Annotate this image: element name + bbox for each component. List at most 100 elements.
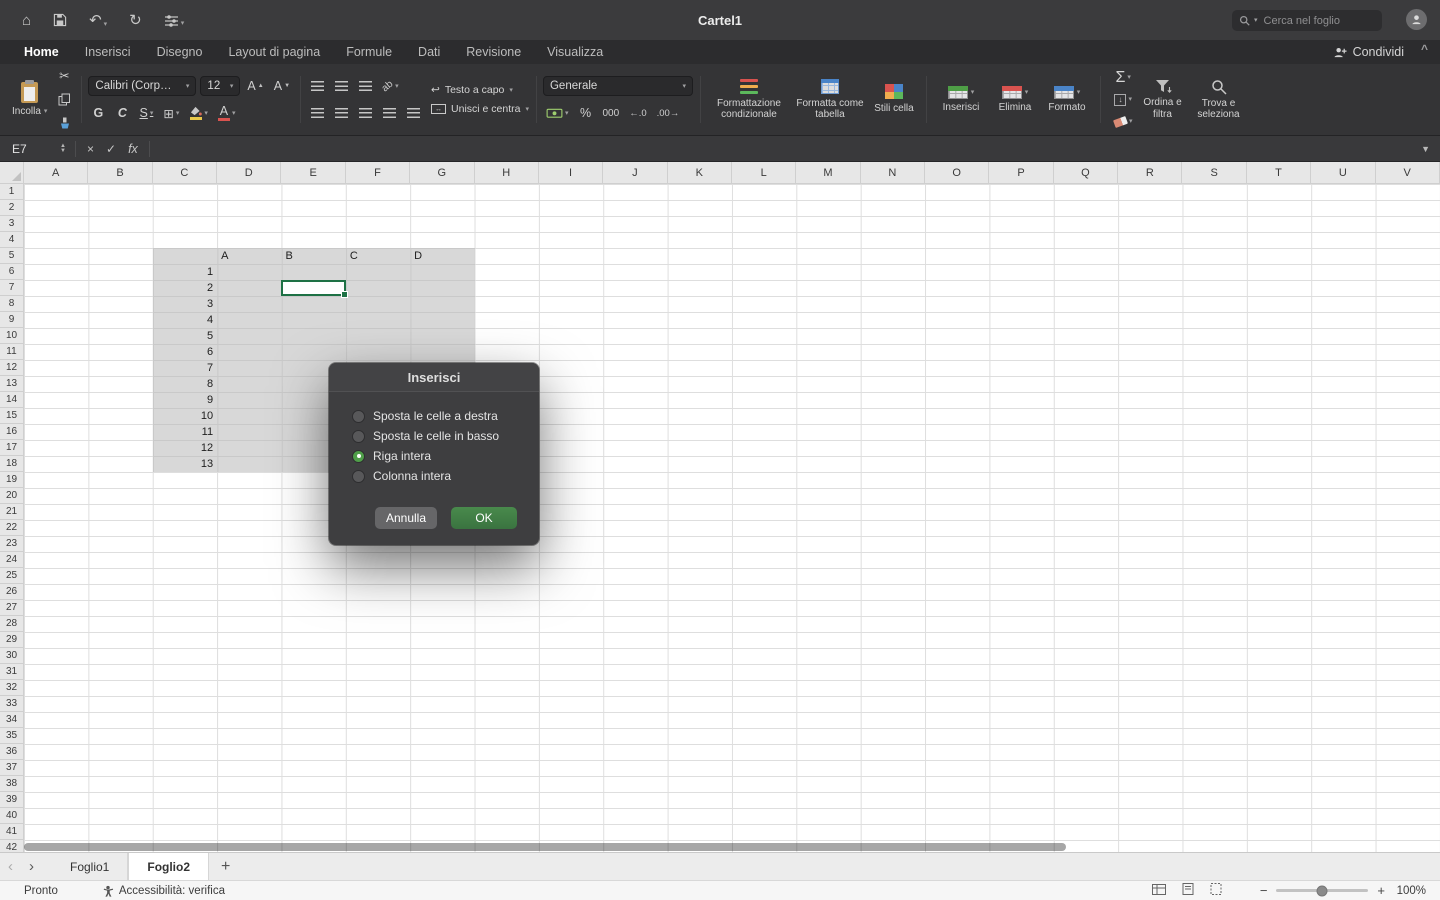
- number-format-select[interactable]: Generale ▾: [543, 76, 693, 96]
- column-header-M[interactable]: M: [796, 162, 860, 184]
- row-header-36[interactable]: 36: [0, 744, 23, 760]
- column-header-I[interactable]: I: [539, 162, 603, 184]
- sheet-tab-foglio1[interactable]: Foglio1: [52, 853, 128, 881]
- tab-home[interactable]: Home: [24, 45, 59, 59]
- name-box[interactable]: E7 ▲▼: [0, 142, 70, 156]
- row-header-37[interactable]: 37: [0, 760, 23, 776]
- data-cell-header[interactable]: C: [346, 248, 410, 264]
- row-header-11[interactable]: 11: [0, 344, 23, 360]
- grid-cells[interactable]: ABCD12345678910111213: [24, 184, 1440, 852]
- insert-option-2[interactable]: Sposta le celle in basso: [329, 426, 539, 446]
- italic-button[interactable]: C: [112, 103, 132, 123]
- column-header-Q[interactable]: Q: [1054, 162, 1118, 184]
- column-header-A[interactable]: A: [24, 162, 88, 184]
- borders-button[interactable]: ⊞▾: [160, 103, 182, 123]
- horizontal-scrollbar[interactable]: [24, 843, 1066, 851]
- tab-disegno[interactable]: Disegno: [157, 45, 203, 59]
- increase-decimal-button[interactable]: ←.0: [626, 103, 649, 123]
- save-button[interactable]: [53, 13, 67, 27]
- radio-icon[interactable]: [352, 430, 365, 443]
- increase-indent-button[interactable]: [403, 103, 423, 123]
- radio-selected-icon[interactable]: [352, 450, 365, 463]
- align-right-button[interactable]: [355, 103, 375, 123]
- align-middle-button[interactable]: [331, 76, 351, 96]
- row-header-30[interactable]: 30: [0, 648, 23, 664]
- undo-button[interactable]: ↶▾: [89, 13, 107, 28]
- data-cell-number[interactable]: 13: [153, 456, 217, 472]
- row-header-6[interactable]: 6: [0, 264, 23, 280]
- column-header-T[interactable]: T: [1247, 162, 1311, 184]
- font-size-select[interactable]: 12 ▾: [200, 76, 240, 96]
- format-as-table-button[interactable]: Formatta come tabella: [791, 77, 869, 123]
- font-color-button[interactable]: A ▾: [215, 103, 239, 123]
- column-header-F[interactable]: F: [346, 162, 410, 184]
- clear-button[interactable]: ▾: [1111, 112, 1136, 132]
- page-layout-view-button[interactable]: [1182, 883, 1194, 898]
- row-header-8[interactable]: 8: [0, 296, 23, 312]
- row-header-13[interactable]: 13: [0, 376, 23, 392]
- row-header-25[interactable]: 25: [0, 568, 23, 584]
- radio-icon[interactable]: [352, 410, 365, 423]
- active-cell-E7[interactable]: [281, 280, 345, 296]
- previous-sheet-button[interactable]: ‹: [0, 859, 21, 874]
- tab-revisione[interactable]: Revisione: [466, 45, 521, 59]
- row-header-14[interactable]: 14: [0, 392, 23, 408]
- row-header-33[interactable]: 33: [0, 696, 23, 712]
- row-header-19[interactable]: 19: [0, 472, 23, 488]
- row-header-26[interactable]: 26: [0, 584, 23, 600]
- thousands-format-button[interactable]: 000: [600, 103, 623, 123]
- align-top-button[interactable]: [307, 76, 327, 96]
- format-cells-button[interactable]: ▾ Formato: [1041, 84, 1093, 116]
- row-header-29[interactable]: 29: [0, 632, 23, 648]
- home-button[interactable]: ⌂: [22, 13, 31, 28]
- formula-input[interactable]: [155, 141, 1411, 157]
- data-cell-number[interactable]: 3: [153, 296, 217, 312]
- data-cell-number[interactable]: 1: [153, 264, 217, 280]
- share-button[interactable]: Condividi: [1333, 40, 1404, 64]
- percent-format-button[interactable]: %: [576, 103, 596, 123]
- zoom-slider-thumb[interactable]: [1317, 885, 1328, 896]
- wrap-text-button[interactable]: ↩ Testo a capo ▾: [431, 84, 529, 96]
- confirm-entry-button[interactable]: ✓: [100, 142, 122, 156]
- column-header-B[interactable]: B: [88, 162, 152, 184]
- data-cell-number[interactable]: 5: [153, 328, 217, 344]
- row-header-17[interactable]: 17: [0, 440, 23, 456]
- insert-function-button[interactable]: fx: [122, 142, 144, 156]
- column-header-D[interactable]: D: [217, 162, 281, 184]
- column-header-U[interactable]: U: [1311, 162, 1375, 184]
- fill-button[interactable]: ↓▾: [1111, 90, 1136, 110]
- paste-button[interactable]: Incolla▾: [9, 80, 50, 120]
- row-header-39[interactable]: 39: [0, 792, 23, 808]
- page-break-view-button[interactable]: [1210, 883, 1222, 898]
- tab-formule[interactable]: Formule: [346, 45, 392, 59]
- row-header-9[interactable]: 9: [0, 312, 23, 328]
- sort-filter-button[interactable]: Ordina e filtra: [1136, 77, 1190, 122]
- data-cell-number[interactable]: 4: [153, 312, 217, 328]
- data-cell-number[interactable]: 10: [153, 408, 217, 424]
- row-header-31[interactable]: 31: [0, 664, 23, 680]
- autosum-button[interactable]: Σ▾: [1111, 68, 1136, 88]
- data-cell-header[interactable]: D: [410, 248, 474, 264]
- accessibility-checker-button[interactable]: Accessibilità: verifica: [102, 885, 225, 897]
- delete-cells-button[interactable]: ▾ Elimina: [989, 84, 1041, 116]
- bold-button[interactable]: G: [88, 103, 108, 123]
- customize-toolbar-button[interactable]: ▾: [164, 14, 185, 27]
- find-select-button[interactable]: Trova e seleziona: [1190, 77, 1248, 123]
- cut-button[interactable]: ✂: [54, 66, 74, 86]
- row-header-2[interactable]: 2: [0, 200, 23, 216]
- cancel-button[interactable]: Annulla: [375, 507, 437, 529]
- decrease-indent-button[interactable]: [379, 103, 399, 123]
- data-cell-number[interactable]: 9: [153, 392, 217, 408]
- collapse-ribbon-button[interactable]: ^: [1421, 42, 1428, 56]
- row-header-35[interactable]: 35: [0, 728, 23, 744]
- align-bottom-button[interactable]: [355, 76, 375, 96]
- zoom-slider[interactable]: [1276, 889, 1368, 892]
- row-header-34[interactable]: 34: [0, 712, 23, 728]
- row-header-15[interactable]: 15: [0, 408, 23, 424]
- align-left-button[interactable]: [307, 103, 327, 123]
- font-name-select[interactable]: Calibri (Corp… ▾: [88, 76, 196, 96]
- row-header-41[interactable]: 41: [0, 824, 23, 840]
- column-header-L[interactable]: L: [732, 162, 796, 184]
- tab-inserisci[interactable]: Inserisci: [85, 45, 131, 59]
- expand-formula-bar-button[interactable]: ▼: [1411, 144, 1440, 154]
